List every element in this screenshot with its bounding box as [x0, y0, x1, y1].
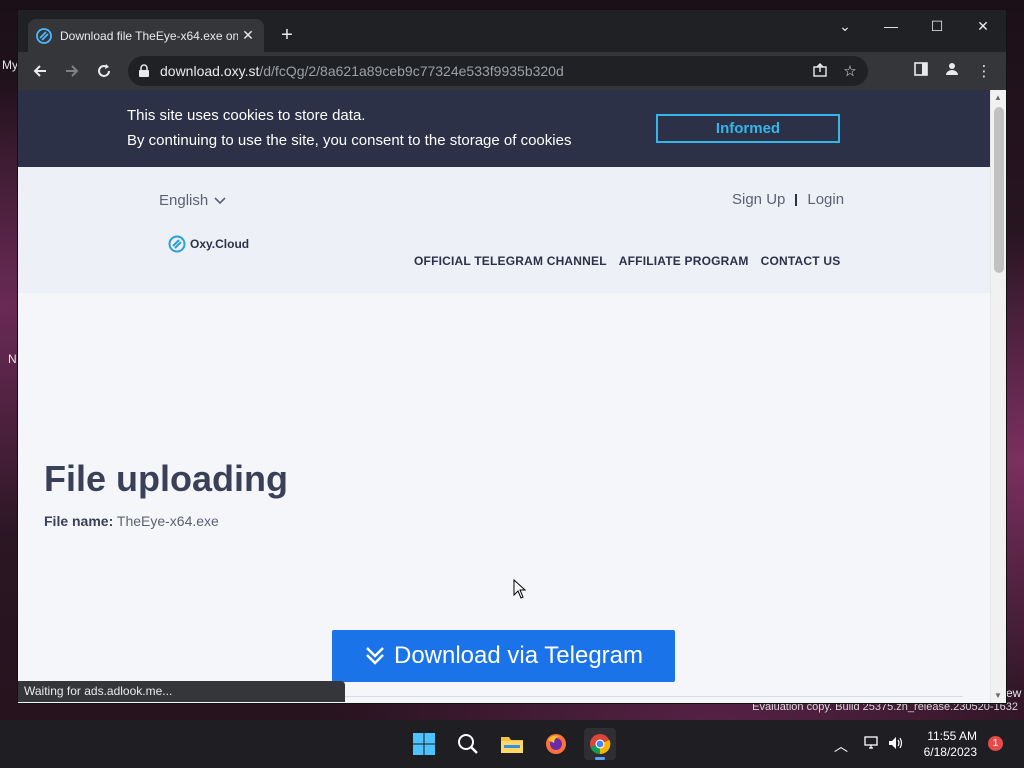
- forward-arrow-icon[interactable]: [59, 58, 85, 84]
- download-button-label: Download via Telegram: [393, 642, 644, 669]
- taskbar-file-explorer[interactable]: [496, 728, 528, 760]
- taskbar-search-button[interactable]: [452, 728, 484, 760]
- page-scrollbar[interactable]: ▲ ▼: [990, 90, 1006, 703]
- logo-text: Oxy.Cloud: [190, 237, 250, 251]
- desktop-icon-label[interactable]: ew: [1006, 686, 1021, 700]
- chevron-down-icon: [214, 196, 226, 204]
- taskbar: ︿ 11:55 AM 6/18/2023 1: [0, 720, 1024, 768]
- tab-strip: Download file TheEye-x64.exe on ✕ + ⌄ — …: [18, 10, 1006, 52]
- menu-kebab-icon[interactable]: ⋮: [974, 62, 994, 80]
- cookie-banner: This site uses cookies to store data. By…: [18, 90, 990, 167]
- network-icon[interactable]: [864, 736, 880, 753]
- site-logo[interactable]: Oxy.Cloud: [168, 235, 249, 253]
- taskbar-chrome[interactable]: [584, 728, 616, 760]
- address-bar[interactable]: download.oxy.st/d/fcQg/2/8a621a89ceb9c77…: [128, 56, 868, 86]
- tab-search-chevron-icon[interactable]: ⌄: [822, 10, 868, 42]
- clock[interactable]: 11:55 AM 6/18/2023: [912, 728, 977, 760]
- download-telegram-button[interactable]: Download via Telegram: [332, 630, 675, 682]
- cookie-text-line2: By continuing to use the site, you conse…: [127, 132, 572, 149]
- active-app-indicator: [595, 757, 605, 760]
- main-nav: OFFICIAL TELEGRAM CHANNEL AFFILIATE PROG…: [414, 254, 840, 268]
- status-bubble: Waiting for ads.adlook.me...: [18, 681, 345, 702]
- oxy-cloud-favicon-icon: [36, 27, 52, 44]
- profile-icon[interactable]: [942, 62, 962, 80]
- folder-icon: [501, 737, 523, 753]
- auth-separator: [795, 193, 798, 206]
- language-selector[interactable]: English: [159, 192, 226, 209]
- notification-badge[interactable]: 1: [988, 736, 1003, 751]
- mouse-cursor-icon: [513, 579, 527, 599]
- oxy-cloud-logo-icon: [168, 235, 186, 253]
- file-name-line: File name: TheEye-x64.exe: [44, 513, 219, 529]
- informed-button[interactable]: Informed: [656, 114, 840, 143]
- nav-contact-us[interactable]: CONTACT US: [761, 254, 841, 268]
- side-panel-icon[interactable]: [911, 62, 931, 80]
- signup-link[interactable]: Sign Up: [732, 191, 785, 208]
- double-chevron-down-icon: [366, 647, 384, 665]
- cookie-text-line1: This site uses cookies to store data.: [127, 107, 366, 124]
- close-icon[interactable]: ✕: [960, 10, 1006, 42]
- volume-icon[interactable]: [888, 736, 904, 753]
- file-name-label: File name:: [44, 513, 114, 529]
- language-label: English: [159, 192, 209, 209]
- taskbar-firefox[interactable]: [540, 728, 572, 760]
- clock-time: 11:55 AM: [927, 729, 977, 743]
- auth-links: Sign Up Login: [732, 191, 844, 208]
- file-name-value: TheEye-x64.exe: [116, 513, 219, 529]
- site-header: English Sign Up Login Oxy.Cloud OFFICIAL…: [18, 167, 990, 293]
- reload-icon[interactable]: [91, 58, 117, 84]
- maximize-icon[interactable]: ☐: [914, 10, 960, 42]
- desktop-icon-label[interactable]: N: [8, 352, 17, 366]
- url-text[interactable]: download.oxy.st/d/fcQg/2/8a621a89ceb9c77…: [160, 63, 564, 79]
- start-button[interactable]: [408, 728, 440, 760]
- tab-close-icon[interactable]: ✕: [240, 27, 256, 44]
- tab-download-file[interactable]: Download file TheEye-x64.exe on ✕: [28, 19, 264, 52]
- minimize-icon[interactable]: —: [868, 10, 914, 42]
- scroll-thumb[interactable]: [994, 107, 1004, 273]
- clock-date: 6/18/2023: [923, 745, 977, 759]
- scroll-up-icon[interactable]: ▲: [994, 93, 1002, 102]
- browser-toolbar: download.oxy.st/d/fcQg/2/8a621a89ceb9c77…: [18, 52, 1006, 90]
- url-host: download.oxy.st: [160, 63, 260, 79]
- windows-logo-icon: [413, 733, 435, 755]
- browser-window: Download file TheEye-x64.exe on ✕ + ⌄ — …: [18, 10, 1006, 703]
- desktop-icon-label[interactable]: My: [2, 58, 18, 72]
- url-path: /d/fcQg/2/8a621a89ceb9c77324e533f9935b32…: [259, 63, 564, 79]
- share-icon[interactable]: [810, 62, 830, 80]
- tray-overflow-chevron-icon[interactable]: ︿: [834, 736, 848, 756]
- nav-telegram-channel[interactable]: OFFICIAL TELEGRAM CHANNEL: [414, 254, 607, 268]
- nav-affiliate-program[interactable]: AFFILIATE PROGRAM: [619, 254, 749, 268]
- scroll-down-icon[interactable]: ▼: [994, 691, 1002, 700]
- login-link[interactable]: Login: [807, 191, 844, 208]
- page-viewport: This site uses cookies to store data. By…: [18, 90, 990, 703]
- back-arrow-icon[interactable]: [27, 58, 53, 84]
- tab-title: Download file TheEye-x64.exe on: [60, 28, 238, 43]
- lock-icon[interactable]: [138, 64, 150, 78]
- new-tab-icon[interactable]: +: [276, 24, 298, 46]
- firefox-icon: [546, 734, 566, 754]
- bookmark-star-icon[interactable]: ☆: [840, 62, 860, 80]
- search-icon: [458, 734, 478, 754]
- page-title: File uploading: [44, 458, 288, 499]
- chrome-icon: [590, 734, 611, 755]
